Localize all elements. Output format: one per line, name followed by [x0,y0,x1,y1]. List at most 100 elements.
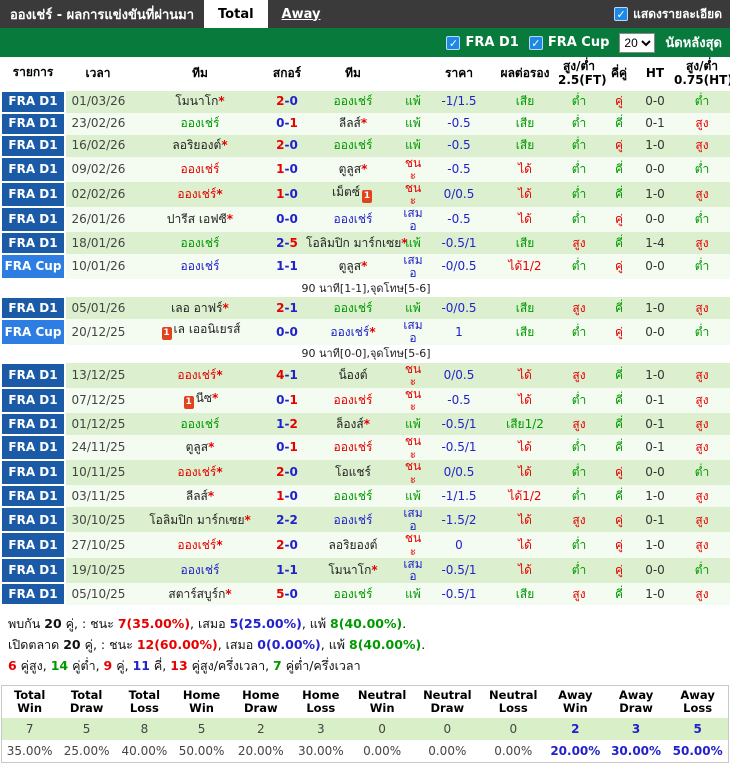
handicap-line: 0/0.5 [425,181,493,207]
half-time-score: 1-0 [637,485,673,508]
match-outcome: ชนะ [401,181,425,207]
match-date: 16/02/26 [65,134,131,157]
stats-count: 2 [545,718,605,741]
odd-even: คี่ [601,156,637,182]
team-name: อองเช่ร์ [305,387,401,413]
team-name: น็องต์ [305,362,401,388]
filter-fra-d1[interactable]: ✓ FRA D1 [446,35,519,50]
tab-total[interactable]: Total [204,0,268,28]
stats-count: 3 [291,718,351,741]
handicap-line: -0/0.5 [425,297,493,320]
team-name: โอลิมปิก มาร์กเซย* [305,232,408,255]
match-count-select[interactable]: 20 [619,32,656,53]
handicap-result: ได้ [493,507,557,533]
odd-even: คู่ [601,206,637,233]
full-time-score: 1-1 [269,557,305,583]
team-name: อองเช่ร์ [131,412,269,435]
checkbox-checked-icon[interactable]: ✓ [614,7,629,21]
half-time-score: 1-4 [637,232,673,255]
column-header: สกอร์ [269,57,305,91]
handicap-line: -0.5/1 [425,434,493,461]
handicap-line: -0.5 [425,156,493,182]
favorite-star: * [222,301,229,316]
over-under-ft: ต่ำ [557,460,601,486]
stats-column-header: Total Draw [57,685,116,719]
stats-percent: 0.00% [428,744,467,759]
half-time-score: 0-1 [637,387,673,413]
odd-even: คี่ [601,232,637,255]
team-name: ลอริยองต์* [131,134,269,157]
team-name: โมนาโก* [131,90,269,113]
match-count-suffix: นัดหลังสุด [665,36,722,51]
column-header: รายการ [1,57,65,91]
over-under-ft: ต่ำ [557,156,601,182]
checkbox-checked-icon[interactable]: ✓ [446,35,461,50]
over-under-ht: ต่ำ [673,90,730,113]
stats-header-row: Total Win Total Draw Total Loss Home Win Hom… [1,685,729,719]
handicap-result: เสีย [493,90,557,113]
team-name: ปารีส เอฟซี* [131,206,269,233]
stats-count: 5 [57,718,116,741]
league-badge: FRA D1 [0,296,66,321]
handicap-line: -1/1.5 [425,90,493,113]
show-details-toggle[interactable]: ✓ แสดงรายละเอียด [606,0,730,28]
tab-away[interactable]: Away [268,0,335,28]
league-badge: FRA D1 [0,155,66,183]
match-outcome: ชนะ [401,387,425,413]
match-outcome: แพ้ [401,232,425,255]
league-badge: FRA D1 [0,231,66,256]
handicap-line: -0.5/1 [425,232,493,255]
team-name: อองเช่ร์* [131,181,269,207]
half-time-score: 1-0 [637,582,673,605]
league-badge: FRA D1 [0,133,66,158]
summary-section: พบกัน 20 คู่, : ชนะ 7(35.00%), เสมอ 5(25… [0,606,730,682]
top-bar: อองเช่ร์ - ผลการแข่งขันที่ผ่านมา Total A… [0,0,730,28]
match-date: 30/10/25 [65,507,131,533]
checkbox-checked-icon[interactable]: ✓ [528,35,543,50]
over-under-ft: สูง [557,362,601,388]
favorite-star: * [361,161,368,176]
full-time-score: 2-0 [269,532,305,558]
league-badge: FRA D1 [0,581,66,606]
match-outcome: แพ้ [401,112,425,135]
match-row: FRA Cup 10/01/26 อองเช่ร์ 1-1 ตูลูส* เสมอ -0/0… [0,253,730,281]
filter-bar: ✓ FRA D1 ✓ FRA Cup 20 นัดหลังสุด [0,28,730,57]
match-outcome: แพ้ [401,412,425,435]
match-date: 13/12/25 [65,362,131,388]
team-name: อองเช่ร์ [131,557,269,583]
column-header: ทีม [131,57,269,91]
team-name: อองเช่ร์* [131,532,269,558]
odd-even: คี่ [601,485,637,508]
team-name: อองเช่ร์ [305,485,401,508]
team-name: ตูลูส* [305,156,401,182]
team-name: ล็องส์* [305,412,401,435]
filter-fra-cup[interactable]: ✓ FRA Cup [528,35,609,50]
handicap-result: ได้ [493,387,557,413]
over-under-ht: ต่ำ [673,254,730,280]
over-under-ht: สูง [673,485,730,508]
match-row: FRA D1 09/02/26 อองเช่ร์ 1-0 ตูลูส* ชนะ -0.5 ได… [0,155,730,183]
half-time-score: 0-0 [637,460,673,486]
team-name: อองเช่ร์ [305,206,401,233]
match-outcome: แพ้ [401,582,425,605]
over-under-ft: ต่ำ [557,485,601,508]
handicap-result: ได้1/2 [493,254,557,280]
over-under-ft: ต่ำ [557,557,601,583]
over-under-ht: ต่ำ [673,557,730,583]
red-card-icon: 1 [183,395,194,409]
favorite-star: * [361,259,368,274]
match-outcome: เสมอ [401,254,425,280]
summary-line: พบกัน 20 คู่, : ชนะ 7(35.00%), เสมอ 5(25… [8,615,407,631]
handicap-result: ได้ [493,532,557,558]
match-outcome: เสมอ [401,507,425,533]
over-under-ft: ต่ำ [557,112,601,135]
stats-percent: 50.00% [672,744,723,759]
full-time-score: 5-0 [269,582,305,605]
team-name: ลอริยองต์ [305,532,401,558]
handicap-result: เสีย [493,232,557,255]
league-badge: FRA D1 [0,411,66,436]
favorite-star: * [216,465,223,480]
team-name: ตูลูส* [305,254,401,280]
stats-column-header: Away Loss [667,685,729,719]
handicap-line: -0.5/1 [425,557,493,583]
